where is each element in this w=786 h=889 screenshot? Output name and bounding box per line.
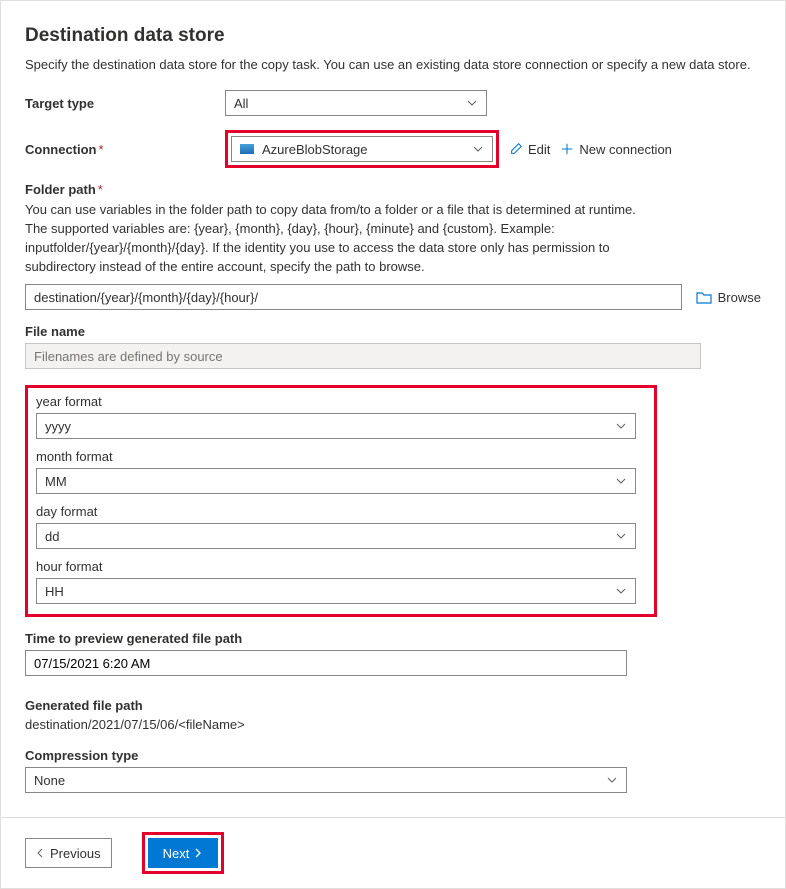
compression-label: Compression type <box>25 748 761 763</box>
chevron-down-icon <box>615 475 627 487</box>
day-format-row: day format dd <box>36 504 646 549</box>
folder-path-row: Browse <box>25 284 761 310</box>
target-type-dropdown[interactable]: All <box>225 90 487 116</box>
edit-connection-button[interactable]: Edit <box>509 142 550 157</box>
browse-button[interactable]: Browse <box>696 290 761 305</box>
chevron-down-icon <box>466 97 478 109</box>
hour-format-dropdown[interactable]: HH <box>36 578 636 604</box>
preview-time-input[interactable] <box>25 650 627 676</box>
connection-row: Connection* AzureBlobStorage Edit New co… <box>25 130 761 168</box>
year-format-label: year format <box>36 394 646 409</box>
target-type-row: Target type All <box>25 90 761 116</box>
hour-format-label: hour format <box>36 559 646 574</box>
page-subtitle: Specify the destination data store for t… <box>25 57 761 72</box>
file-name-input <box>25 343 701 369</box>
previous-button[interactable]: Previous <box>25 838 112 868</box>
preview-time-label: Time to preview generated file path <box>25 631 761 646</box>
chevron-left-icon <box>36 848 46 858</box>
file-name-label: File name <box>25 324 761 339</box>
plus-icon <box>560 142 574 156</box>
next-highlight: Next <box>142 832 225 874</box>
connection-label: Connection* <box>25 142 225 157</box>
generated-path-value: destination/2021/07/15/06/<fileName> <box>25 717 761 732</box>
generated-path-label: Generated file path <box>25 698 761 713</box>
month-format-dropdown[interactable]: MM <box>36 468 636 494</box>
folder-path-input[interactable] <box>25 284 682 310</box>
next-button[interactable]: Next <box>148 838 219 868</box>
required-asterisk: * <box>99 142 104 157</box>
year-format-row: year format yyyy <box>36 394 646 439</box>
month-format-row: month format MM <box>36 449 646 494</box>
folder-icon <box>696 290 712 304</box>
chevron-down-icon <box>606 774 618 786</box>
folder-path-label: Folder path* <box>25 182 761 197</box>
destination-data-store-panel: Destination data store Specify the desti… <box>0 0 786 889</box>
target-type-value: All <box>234 96 248 111</box>
connection-dropdown[interactable]: AzureBlobStorage <box>231 136 493 162</box>
day-format-dropdown[interactable]: dd <box>36 523 636 549</box>
target-type-label: Target type <box>25 96 225 111</box>
page-title: Destination data store <box>25 25 761 47</box>
chevron-right-icon <box>193 848 203 858</box>
wizard-footer: Previous Next <box>1 817 785 888</box>
required-asterisk: * <box>98 182 103 197</box>
chevron-down-icon <box>615 585 627 597</box>
blob-storage-icon <box>240 144 254 154</box>
month-format-label: month format <box>36 449 646 464</box>
new-connection-button[interactable]: New connection <box>560 142 672 157</box>
connection-value: AzureBlobStorage <box>262 142 368 157</box>
connection-highlight: AzureBlobStorage <box>225 130 499 168</box>
year-format-dropdown[interactable]: yyyy <box>36 413 636 439</box>
folder-path-help: You can use variables in the folder path… <box>25 201 645 276</box>
hour-format-row: hour format HH <box>36 559 646 604</box>
pencil-icon <box>509 142 523 156</box>
day-format-label: day format <box>36 504 646 519</box>
chevron-down-icon <box>615 530 627 542</box>
compression-dropdown[interactable]: None <box>25 767 627 793</box>
chevron-down-icon <box>615 420 627 432</box>
chevron-down-icon <box>472 143 484 155</box>
formats-highlight: year format yyyy month format MM day for… <box>25 385 657 617</box>
